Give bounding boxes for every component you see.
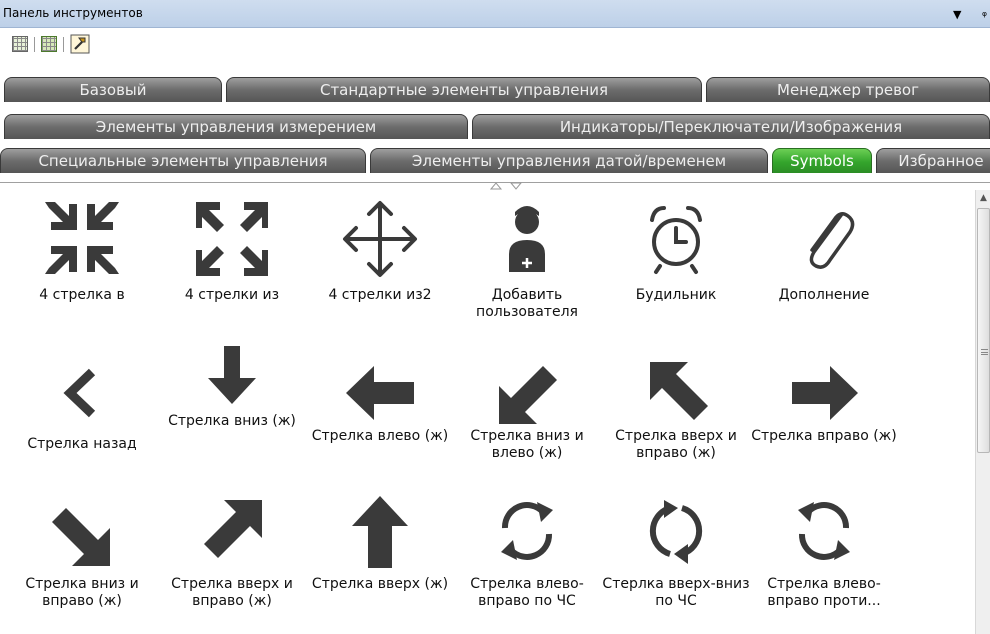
- symbol-arrow-down-right[interactable]: Стрелка вниз и вправо (ж): [8, 480, 156, 630]
- arrows-outward-icon: [196, 202, 268, 276]
- symbol-label: Стрелка вверх и вправо (ж): [615, 428, 737, 461]
- alarm-clock-icon: [650, 206, 702, 274]
- tab-row-1: Базовый Стандартные элементы управления …: [0, 76, 990, 102]
- symbol-label: Стрелка вниз (ж): [168, 413, 296, 429]
- chevron-left-icon: [63, 368, 96, 418]
- symbol-arrow-up-right[interactable]: Стрелка вверх и вправо (ж): [158, 480, 306, 630]
- rotate-clockwise-icon: [501, 502, 553, 560]
- symbol-label: Стрелка вверх и вправо (ж): [171, 576, 293, 609]
- grid-selected-icon[interactable]: [41, 36, 57, 52]
- arrow-up-left-icon: [650, 362, 708, 420]
- panel-titlebar: Панель инструментов ▼ ᵩ: [0, 0, 990, 28]
- rotate-vertical-icon: [649, 500, 703, 564]
- pin-icon[interactable]: ᵩ: [982, 5, 987, 19]
- panel-dropdown-button[interactable]: ▼: [953, 8, 961, 21]
- symbol-label: Стрелка влево (ж): [311, 428, 449, 444]
- symbol-label: Стрелка вниз и вправо (ж): [25, 576, 139, 609]
- arrows-inward-icon: [45, 202, 119, 274]
- arrow-right-icon: [792, 366, 858, 420]
- symbol-4-arrows-in[interactable]: 4 стрелка в: [8, 190, 156, 330]
- grid-icon[interactable]: [12, 36, 28, 52]
- vertical-scrollbar[interactable]: ▲: [975, 190, 990, 634]
- symbol-label: Стрелка влево-вправо проти...: [767, 576, 881, 609]
- grip-icon: [981, 349, 988, 355]
- add-user-icon: [509, 206, 545, 272]
- hammer-icon[interactable]: [70, 34, 90, 54]
- tab-special-controls[interactable]: Специальные элементы управления: [0, 148, 366, 173]
- symbol-label: Добавить пользователя: [476, 287, 578, 320]
- symbol-arrow-up[interactable]: Стрелка вверх (ж): [306, 480, 454, 630]
- toolbar-separator: [34, 37, 35, 52]
- symbol-arrow-back[interactable]: Стрелка назад: [8, 330, 156, 470]
- symbol-attachment[interactable]: Дополнение: [750, 190, 898, 330]
- symbol-4-arrows-out[interactable]: 4 стрелки из: [158, 190, 306, 330]
- symbol-label: 4 стрелки из2: [328, 287, 432, 303]
- symbol-label: Стрелка назад: [27, 436, 137, 452]
- symbol-alarm-clock[interactable]: Будильник: [602, 190, 750, 330]
- symbol-rotate-ccw[interactable]: Стрелка влево-вправо проти...: [750, 480, 898, 630]
- symbol-label: Стерлка вверх-вниз по ЧС: [602, 576, 750, 609]
- tab-measurement-controls[interactable]: Элементы управления измерением: [4, 114, 468, 139]
- symbol-label: Дополнение: [778, 287, 870, 303]
- symbol-rotate-vertical[interactable]: Стерлка вверх-вниз по ЧС: [602, 480, 750, 630]
- symbol-arrow-right[interactable]: Стрелка вправо (ж): [750, 330, 898, 470]
- arrow-down-right-icon: [52, 508, 110, 566]
- symbol-label: Стрелка вниз и влево (ж): [470, 428, 584, 461]
- symbol-label: Стрелка вправо (ж): [751, 428, 897, 444]
- tab-date-time-controls[interactable]: Элементы управления датой/временем: [370, 148, 768, 173]
- symbol-label: Стрелка вверх (ж): [311, 576, 449, 592]
- tab-favorites[interactable]: Избранное: [876, 148, 990, 173]
- symbol-arrow-down-left[interactable]: Стрелка вниз и влево (ж): [453, 330, 601, 470]
- tab-indicators-switches-images[interactable]: Индикаторы/Переключатели/Изображения: [472, 114, 990, 139]
- rotate-counterclockwise-icon: [798, 502, 850, 560]
- symbol-rotate-cw[interactable]: Стрелка влево-вправо по ЧС: [453, 480, 601, 630]
- scroll-thumb[interactable]: [977, 208, 990, 453]
- symbol-arrow-left[interactable]: Стрелка влево (ж): [306, 330, 454, 470]
- arrow-up-icon: [352, 496, 408, 568]
- symbol-add-user[interactable]: Добавить пользователя: [453, 190, 601, 330]
- symbol-arrow-down[interactable]: Стрелка вниз (ж): [158, 330, 306, 470]
- arrow-up-right-icon: [204, 500, 262, 558]
- paperclip-icon: [809, 212, 855, 269]
- four-way-arrow-icon: [343, 201, 417, 277]
- symbol-label: Стрелка влево-вправо по ЧС: [470, 576, 584, 609]
- tab-symbols[interactable]: Symbols: [772, 148, 872, 173]
- toolbar-separator: [63, 37, 64, 52]
- symbols-grid: 4 стрелка в 4 стрелки из 4 стрелки из2 Д…: [0, 190, 975, 634]
- symbol-arrow-up-left[interactable]: Стрелка вверх и вправо (ж): [602, 330, 750, 470]
- tab-basic[interactable]: Базовый: [4, 77, 222, 102]
- symbol-label: 4 стрелка в: [39, 287, 125, 303]
- arrow-down-left-icon: [499, 366, 557, 424]
- arrow-down-icon: [208, 346, 256, 404]
- tab-alarm-manager[interactable]: Менеджер тревог: [706, 77, 990, 102]
- panel-title: Панель инструментов: [3, 6, 143, 20]
- symbol-4-arrows-out-2[interactable]: 4 стрелки из2: [306, 190, 454, 330]
- arrow-left-icon: [346, 366, 414, 420]
- toolbar: [0, 29, 990, 72]
- tab-row-3: Специальные элементы управления Элементы…: [0, 147, 990, 173]
- symbol-label: 4 стрелки из: [184, 287, 280, 303]
- scroll-up-icon[interactable]: ▲: [976, 190, 990, 207]
- symbol-label: Будильник: [635, 287, 717, 303]
- tab-standard-controls[interactable]: Стандартные элементы управления: [226, 77, 702, 102]
- tab-row-2: Элементы управления измерением Индикатор…: [0, 113, 990, 139]
